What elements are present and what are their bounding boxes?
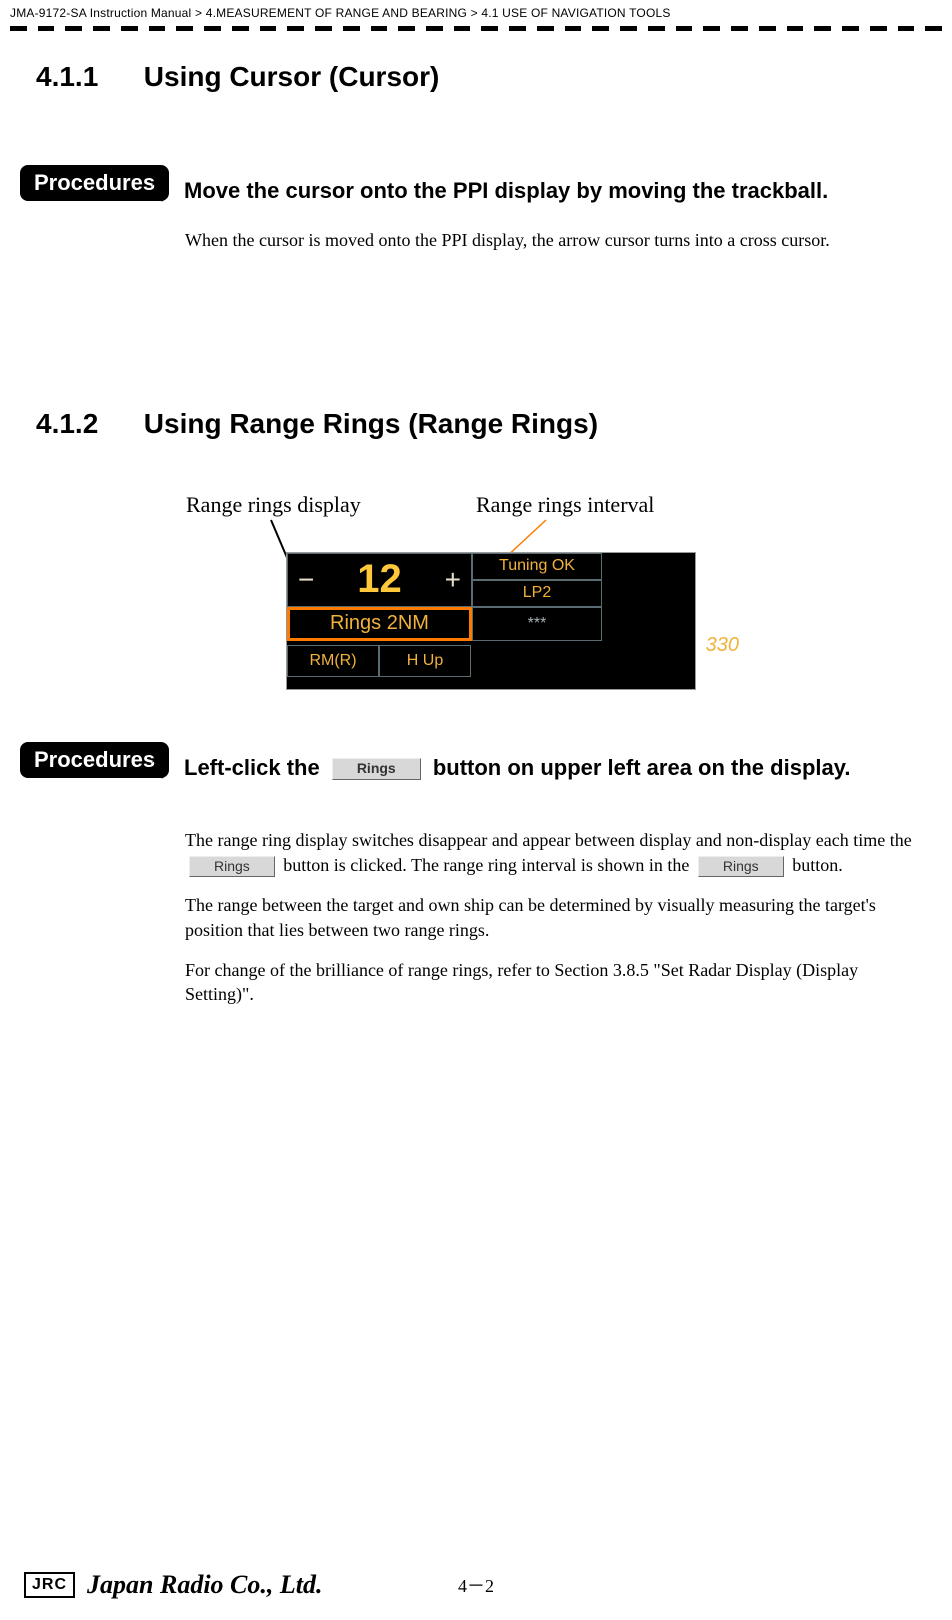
procedures-badge-1: Procedures (20, 165, 169, 201)
range-minus-icon: − (298, 564, 314, 596)
rmr-cell: RM(R) (287, 645, 379, 677)
para-brilliance-ref: For change of the brilliance of range ri… (185, 958, 922, 1007)
range-rings-diagram: Range rings display Range rings interval… (156, 492, 796, 702)
breadcrumb-part1: JMA-9172-SA Instruction Manual (10, 6, 191, 20)
breadcrumb-sep1: > (195, 6, 202, 20)
procedures-badge-2: Procedures (20, 742, 169, 778)
para-cursor-desc: When the cursor is moved onto the PPI di… (185, 228, 922, 252)
para-target-ownship: The range between the target and own shi… (185, 893, 922, 942)
step-1: 1) Move the cursor onto the PPI display … (150, 177, 932, 206)
label-range-rings-interval: Range rings interval (476, 492, 654, 518)
section-text-411: Using Cursor (Cursor) (144, 61, 440, 92)
label-range-rings-display: Range rings display (186, 492, 361, 518)
radar-panel: − 12 + Tuning OK LP2 Rings 2NM *** RM(R)… (286, 552, 696, 690)
range-plus-icon: + (445, 564, 461, 596)
para2-post: button. (792, 855, 843, 875)
rings-button-inline-2[interactable]: Rings (698, 856, 784, 877)
stars-cell: *** (472, 607, 602, 641)
range-value: 12 (357, 557, 402, 602)
section-text-412: Using Range Rings (Range Rings) (144, 408, 598, 439)
step-1-text: Move the cursor onto the PPI display by … (184, 177, 932, 206)
jrc-logo-box: JRC (24, 1572, 75, 1598)
section-num-412: 4.1.2 (36, 408, 136, 440)
breadcrumb: JMA-9172-SA Instruction Manual > 4.MEASU… (0, 0, 952, 24)
step-2-pre: Left-click the (184, 755, 326, 780)
section-title-412: 4.1.2 Using Range Rings (Range Rings) (20, 392, 932, 448)
para2-mid: button is clicked. The range ring interv… (283, 855, 694, 875)
step-2-post: button on upper left area on the display… (433, 755, 851, 780)
para-ring-switches: The range ring display switches disappea… (185, 828, 922, 877)
breadcrumb-part3: 4.1 USE OF NAVIGATION TOOLS (481, 6, 670, 20)
footer-logo: JRC Japan Radio Co., Ltd. (24, 1570, 323, 1600)
rings-button[interactable]: Rings (332, 758, 421, 779)
breadcrumb-part2: 4.MEASUREMENT OF RANGE AND BEARING (206, 6, 467, 20)
rings-button-inline-1[interactable]: Rings (189, 856, 275, 877)
step-2-text: Left-click the Rings button on upper lef… (184, 754, 932, 783)
tuning-cell: Tuning OK (472, 553, 602, 580)
breadcrumb-sep2: > (471, 6, 478, 20)
lp2-cell: LP2 (472, 580, 602, 607)
step-2: 1) Left-click the Rings button on upper … (150, 754, 932, 783)
page-footer: JRC Japan Radio Co., Ltd. 4－2 (0, 1570, 952, 1600)
page-number: 4－2 (458, 1572, 494, 1598)
hup-cell: H Up (379, 645, 471, 677)
para2-pre: The range ring display switches disappea… (185, 830, 912, 850)
section-num-411: 4.1.1 (36, 61, 136, 93)
step-1-num: 1) (150, 177, 184, 206)
rings-cell: Rings 2NM (287, 607, 472, 641)
range-value-cell: − 12 + (287, 553, 472, 607)
bearing-330: 330 (706, 634, 739, 657)
jrc-logo-script: Japan Radio Co., Ltd. (87, 1570, 322, 1600)
dashed-divider (0, 24, 952, 45)
step-2-num: 1) (150, 754, 184, 783)
section-title-411: 4.1.1 Using Cursor (Cursor) (20, 45, 932, 101)
